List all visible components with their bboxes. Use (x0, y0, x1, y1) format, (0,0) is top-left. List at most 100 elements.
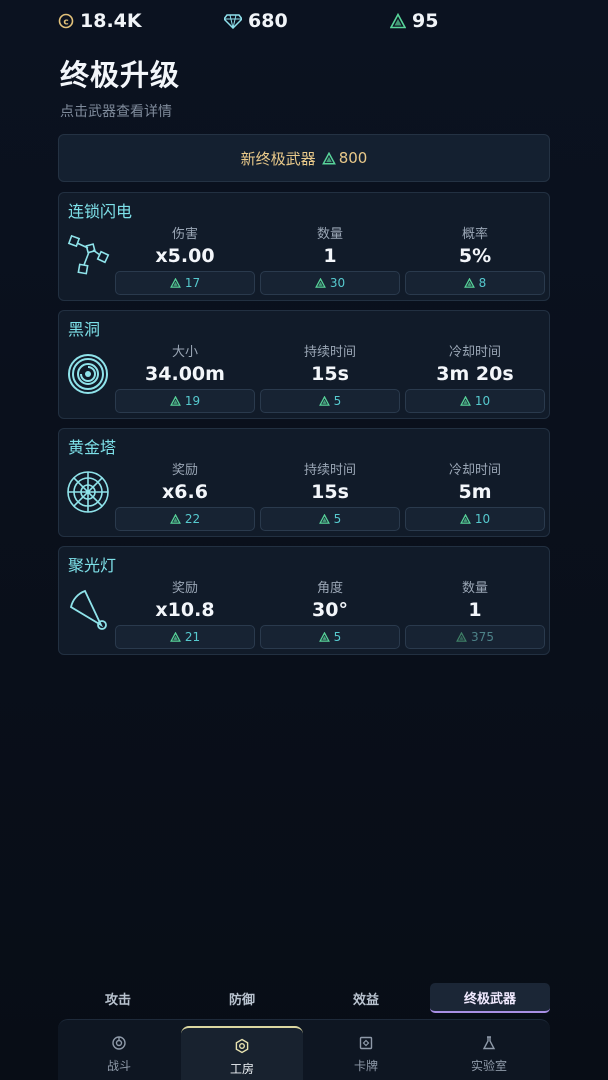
weapon-card-chain-lightning[interactable]: 连锁闪电 伤害 x5.00 17 数量 1 30 概率 5% 8 (58, 192, 550, 301)
gem-icon (224, 13, 242, 29)
upgrade-cost: 375 (471, 630, 494, 644)
stat-value: 30° (312, 599, 348, 621)
stat-value: 1 (468, 599, 482, 621)
page-title: 终极升级 (60, 58, 181, 92)
stat-value: 15s (311, 363, 349, 385)
nav-label: 工房 (229, 1061, 254, 1076)
tab-attack[interactable]: 攻击 (58, 983, 178, 1013)
nav-label: 卡牌 (353, 1058, 378, 1073)
stat-value: x6.6 (162, 481, 208, 503)
weapon-card-golden-tower[interactable]: 黄金塔 奖励 x6.6 22 持续时间 15s 5 冷却时间 5m 10 (58, 428, 550, 537)
stat-damage: 伤害 x5.00 17 (115, 223, 255, 299)
stat-quantity: 数量 1 375 (405, 577, 545, 653)
upgrade-cost: 21 (184, 630, 201, 644)
upgrade-button[interactable]: 19 (115, 389, 255, 413)
stat-label: 角度 (316, 581, 343, 596)
upgrade-cost: 5 (333, 394, 342, 408)
nav-label: 实验室 (470, 1058, 507, 1073)
upgrade-cost: 5 (333, 630, 342, 644)
triangle-icon (169, 632, 181, 642)
tab-ultimate-weapons[interactable]: 终极武器 (430, 983, 550, 1013)
currency-bar: c 18.4K 680 95 (0, 10, 608, 40)
upgrade-button[interactable]: 5 (260, 507, 400, 531)
triangle-icon (318, 396, 330, 406)
triangle-icon (456, 632, 467, 642)
triangle-counter: 95 (390, 10, 438, 32)
upgrade-button[interactable]: 30 (260, 271, 400, 295)
app-root: c 18.4K 680 95 终极升级 点击武器查看详情 新终极武器 800 连… (0, 0, 608, 1080)
spotlight-icon (65, 587, 111, 633)
upgrade-button[interactable]: 8 (405, 271, 545, 295)
stat-duration: 持续时间 15s 5 (260, 459, 400, 535)
stat-duration: 持续时间 15s 5 (260, 341, 400, 417)
upgrade-cost: 8 (478, 276, 487, 290)
weapon-card-black-hole[interactable]: 黑洞 大小 34.00m 19 持续时间 15s 5 冷却时间 3m 20s 1… (58, 310, 550, 419)
chain-lightning-icon (65, 233, 111, 279)
new-weapon-label: 新终极武器 (240, 149, 316, 168)
stat-label: 冷却时间 (448, 345, 501, 360)
stat-value: 5% (458, 245, 492, 267)
stat-value: 3m 20s (436, 363, 514, 385)
upgrade-button[interactable]: 22 (115, 507, 255, 531)
weapon-name: 聚光灯 (68, 556, 117, 575)
stat-chance: 概率 5% 8 (405, 223, 545, 299)
stat-label: 冷却时间 (448, 463, 501, 478)
stat-label: 大小 (171, 345, 198, 360)
nav-cards[interactable]: 卡牌 (305, 1026, 427, 1080)
stat-label: 持续时间 (303, 463, 356, 478)
page-subtitle: 点击武器查看详情 (60, 104, 172, 120)
weapon-name: 连锁闪电 (68, 202, 133, 221)
stat-cooldown: 冷却时间 3m 20s 10 (405, 341, 545, 417)
triangle-icon (390, 13, 406, 29)
weapon-name: 黑洞 (68, 320, 101, 339)
triangle-icon (169, 514, 181, 524)
triangle-icon (463, 278, 475, 288)
triangle-icon (318, 632, 330, 642)
upgrade-cost: 10 (474, 394, 491, 408)
stat-value: 1 (323, 245, 337, 267)
new-weapon-cost: 800 (321, 149, 367, 167)
bottom-nav: 战斗 工房 卡牌 实验室 (58, 1019, 550, 1080)
triangle-amount: 95 (412, 10, 439, 32)
upgrade-button[interactable]: 5 (260, 625, 400, 649)
stat-value: x5.00 (155, 245, 215, 267)
triangle-icon (321, 151, 336, 165)
stat-cooldown: 冷却时间 5m 10 (405, 459, 545, 535)
stat-reward: 奖励 x10.8 21 (115, 577, 255, 653)
stat-value: 15s (311, 481, 349, 503)
upgrade-button[interactable]: 375 (405, 625, 545, 649)
upgrade-button[interactable]: 17 (115, 271, 255, 295)
stat-size: 大小 34.00m 19 (115, 341, 255, 417)
stat-label: 持续时间 (303, 345, 356, 360)
gem-amount: 680 (248, 10, 288, 32)
weapon-card-spotlight[interactable]: 聚光灯 奖励 x10.8 21 角度 30° 5 数量 1 375 (58, 546, 550, 655)
stat-label: 伤害 (171, 227, 198, 242)
nav-battle[interactable]: 战斗 (58, 1026, 180, 1080)
workshop-icon (235, 1038, 249, 1053)
svg-text:c: c (63, 18, 68, 28)
nav-lab[interactable]: 实验室 (428, 1026, 550, 1080)
battle-icon (112, 1035, 126, 1050)
category-tabs: 攻击 防御 效益 终极武器 (58, 983, 550, 1013)
upgrade-button[interactable]: 10 (405, 389, 545, 413)
weapon-name: 黄金塔 (68, 438, 117, 457)
upgrade-cost: 5 (333, 512, 342, 526)
triangle-icon (318, 514, 330, 524)
triangle-icon (169, 396, 181, 406)
nav-workshop[interactable]: 工房 (181, 1026, 303, 1080)
stat-reward: 奖励 x6.6 22 (115, 459, 255, 535)
tab-utility[interactable]: 效益 (306, 983, 426, 1013)
nav-label: 战斗 (106, 1058, 131, 1073)
stat-quantity: 数量 1 30 (260, 223, 400, 299)
upgrade-button[interactable]: 5 (260, 389, 400, 413)
triangle-icon (314, 278, 326, 288)
new-ultimate-weapon-button[interactable]: 新终极武器 800 (58, 134, 550, 182)
gem-counter: 680 (224, 10, 288, 32)
upgrade-button[interactable]: 10 (405, 507, 545, 531)
stat-angle: 角度 30° 5 (260, 577, 400, 653)
stat-value: 5m (458, 481, 492, 503)
stat-label: 数量 (316, 227, 343, 242)
upgrade-button[interactable]: 21 (115, 625, 255, 649)
tab-defense[interactable]: 防御 (182, 983, 302, 1013)
stat-label: 奖励 (171, 463, 198, 478)
